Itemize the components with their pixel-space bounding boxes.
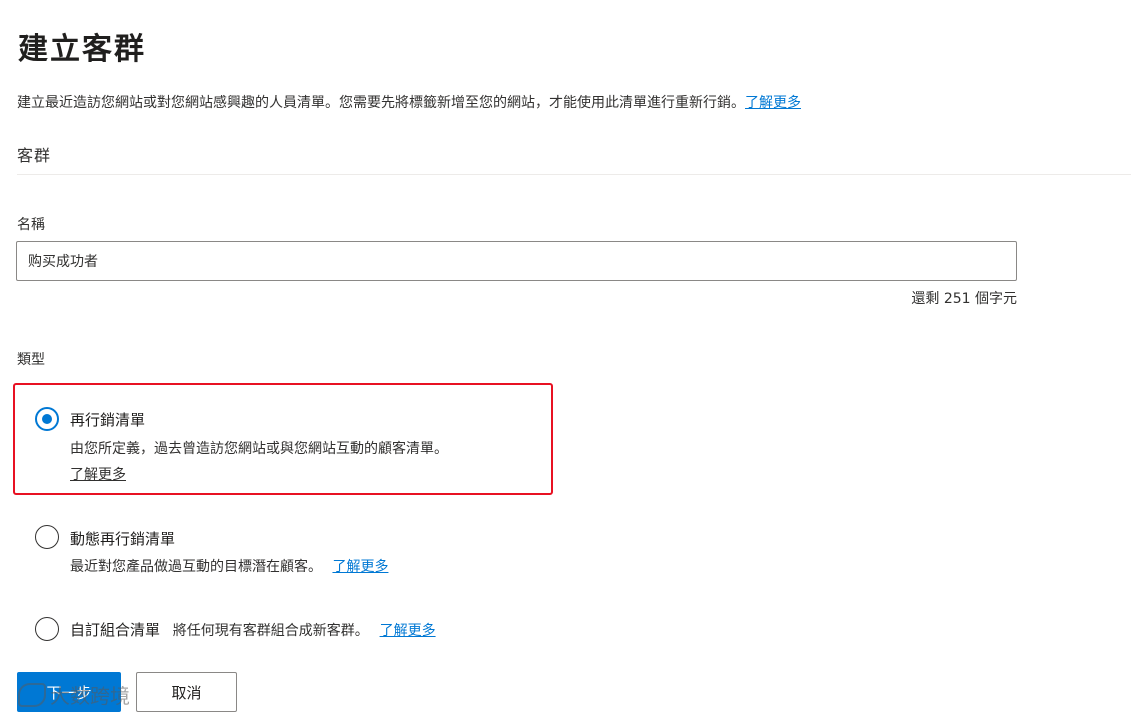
option-desc-dynamic: 最近對您產品做過互動的目標潛在顧客。 了解更多: [70, 556, 388, 576]
type-label: 類型: [17, 352, 45, 368]
section-divider: [17, 174, 1131, 175]
section-heading: 客群: [17, 146, 52, 165]
radio-custom-combination-list[interactable]: [35, 617, 59, 641]
option-desc-remarketing: 由您所定義，過去曾造訪您網站或與您網站互動的顧客清單。: [70, 441, 448, 457]
page-description: 建立最近造訪您網站或對您網站感興趣的人員清單。您需要先將標籤新增至您的網站，才能…: [17, 92, 801, 112]
option-row-custom: 自訂組合清單 將任何現有客群組合成新客群。 了解更多: [70, 619, 436, 640]
option-title-dynamic: 動態再行銷清單: [70, 530, 176, 548]
next-button[interactable]: 下一步: [17, 672, 121, 712]
page-title: 建立客群: [18, 32, 146, 67]
option-title-remarketing: 再行銷清單: [70, 411, 146, 429]
learn-more-link[interactable]: 了解更多: [745, 95, 801, 111]
learn-more-link-remarketing[interactable]: 了解更多: [70, 464, 126, 484]
radio-dynamic-remarketing-list[interactable]: [35, 525, 59, 549]
learn-more-link-custom[interactable]: 了解更多: [380, 623, 436, 639]
cancel-button[interactable]: 取消: [136, 672, 237, 712]
description-text: 建立最近造訪您網站或對您網站感興趣的人員清單。您需要先將標籤新增至您的網站，才能…: [17, 95, 745, 111]
learn-more-link-dynamic[interactable]: 了解更多: [332, 559, 388, 575]
name-input[interactable]: [16, 241, 1017, 281]
name-label: 名稱: [17, 217, 45, 233]
char-count: 還剩 251 個字元: [911, 291, 1017, 307]
option-title-custom: 自訂組合清單: [70, 621, 161, 639]
radio-remarketing-list[interactable]: [35, 407, 59, 431]
option-desc-dynamic-text: 最近對您產品做過互動的目標潛在顧客。: [70, 559, 322, 575]
option-desc-custom: 將任何現有客群組合成新客群。: [172, 623, 369, 639]
